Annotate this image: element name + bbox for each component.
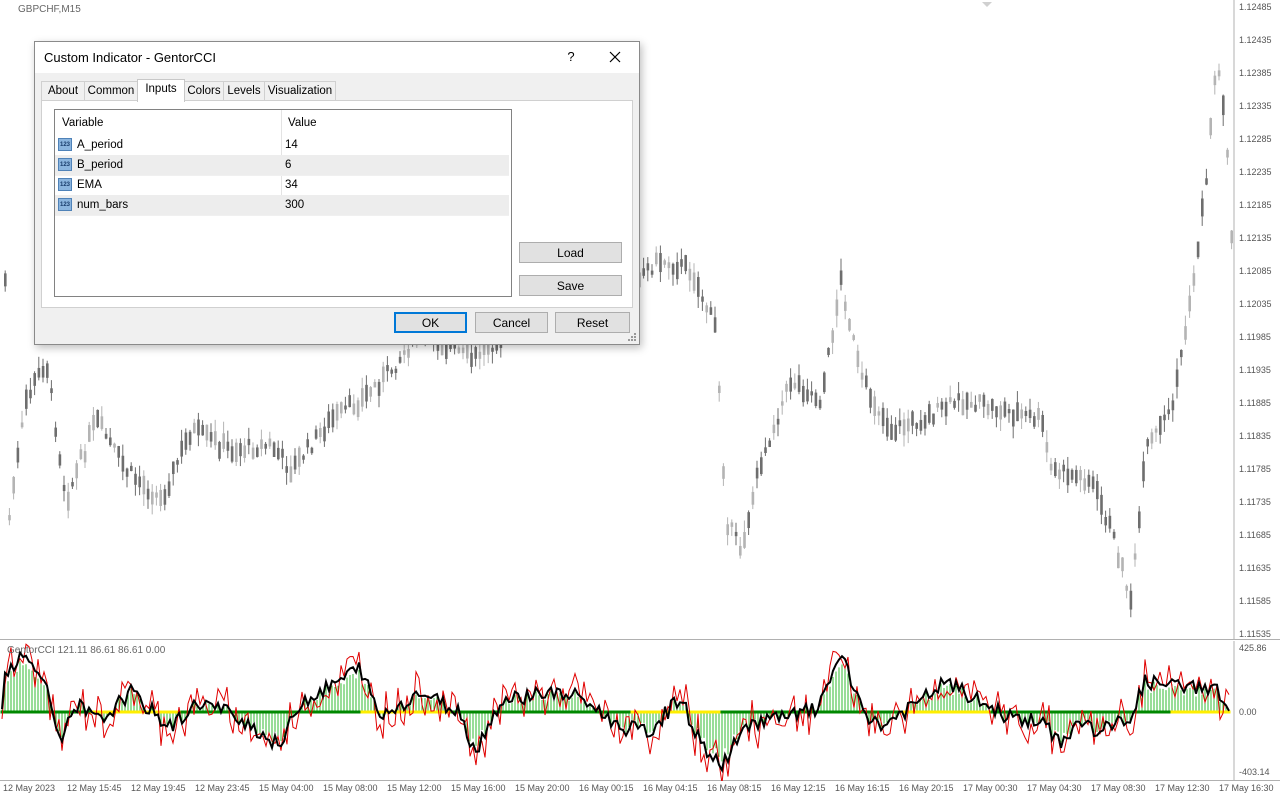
indicator-tick-zero: 0.00 bbox=[1239, 707, 1257, 717]
variable-name: EMA bbox=[77, 179, 102, 191]
indicator-label: GentorCCI 121.11 86.61 86.61 0.00 bbox=[7, 645, 166, 656]
time-tick: 16 May 04:15 bbox=[643, 783, 698, 793]
tab-inputs[interactable]: Inputs bbox=[137, 79, 185, 102]
price-tick: 1.12035 bbox=[1239, 299, 1272, 309]
cancel-button[interactable]: Cancel bbox=[475, 312, 548, 333]
load-button[interactable]: Load bbox=[519, 242, 622, 263]
time-tick: 15 May 16:00 bbox=[451, 783, 506, 793]
tab-colors[interactable]: Colors bbox=[184, 81, 224, 101]
variable-value[interactable]: 300 bbox=[285, 195, 304, 215]
time-tick: 16 May 00:15 bbox=[579, 783, 634, 793]
column-header-variable[interactable]: Variable bbox=[62, 110, 103, 134]
price-tick: 1.11835 bbox=[1239, 431, 1271, 441]
time-tick: 15 May 08:00 bbox=[323, 783, 378, 793]
integer-type-icon: 123 bbox=[58, 138, 72, 151]
price-tick: 1.11535 bbox=[1239, 629, 1271, 639]
price-tick: 1.12485 bbox=[1239, 2, 1272, 12]
variable-value[interactable]: 14 bbox=[285, 135, 298, 155]
price-tick: 1.11885 bbox=[1239, 398, 1271, 408]
time-tick: 12 May 23:45 bbox=[195, 783, 250, 793]
price-tick: 1.12285 bbox=[1239, 134, 1272, 144]
variable-value[interactable]: 6 bbox=[285, 155, 291, 175]
price-tick: 1.12185 bbox=[1239, 200, 1272, 210]
integer-type-icon: 123 bbox=[58, 198, 72, 211]
close-button[interactable] bbox=[601, 44, 629, 70]
variable-name: num_bars bbox=[77, 199, 129, 211]
indicator-tick-min: -403.14 bbox=[1239, 767, 1270, 777]
time-tick: 17 May 00:30 bbox=[963, 783, 1018, 793]
price-tick: 1.11735 bbox=[1239, 497, 1271, 507]
tab-about[interactable]: About bbox=[41, 81, 85, 101]
column-header-value[interactable]: Value bbox=[288, 110, 317, 134]
time-tick: 16 May 20:15 bbox=[899, 783, 954, 793]
time-tick: 17 May 12:30 bbox=[1155, 783, 1210, 793]
time-tick: 17 May 08:30 bbox=[1091, 783, 1146, 793]
price-tick: 1.12085 bbox=[1239, 266, 1272, 276]
inputs-panel: Variable Value 123 A_period 14 123 B_per… bbox=[41, 100, 633, 308]
input-row-ema[interactable]: 123 EMA 34 bbox=[55, 175, 509, 196]
tab-common[interactable]: Common bbox=[84, 81, 138, 101]
price-tick: 1.11785 bbox=[1239, 464, 1271, 474]
price-tick: 1.11635 bbox=[1239, 563, 1271, 573]
tab-levels[interactable]: Levels bbox=[223, 81, 265, 101]
time-tick: 16 May 16:15 bbox=[835, 783, 890, 793]
variable-name: A_period bbox=[77, 139, 124, 151]
input-row-num-bars[interactable]: 123 num_bars 300 bbox=[55, 195, 509, 216]
dialog-title: Custom Indicator - GentorCCI bbox=[44, 50, 216, 65]
price-tick: 1.12135 bbox=[1239, 233, 1272, 243]
time-tick: 17 May 16:30 bbox=[1219, 783, 1274, 793]
ok-button[interactable]: OK bbox=[394, 312, 467, 333]
symbol-label: GBPCHF,M15 bbox=[18, 4, 81, 15]
time-tick: 12 May 15:45 bbox=[67, 783, 122, 793]
indicator-chart[interactable] bbox=[0, 641, 1280, 781]
time-tick: 15 May 12:00 bbox=[387, 783, 442, 793]
price-tick: 1.11985 bbox=[1239, 332, 1271, 342]
time-tick: 16 May 12:15 bbox=[771, 783, 826, 793]
price-tick: 1.12385 bbox=[1239, 68, 1272, 78]
price-tick: 1.11935 bbox=[1239, 365, 1271, 375]
integer-type-icon: 123 bbox=[58, 158, 72, 171]
price-tick: 1.12335 bbox=[1239, 101, 1272, 111]
time-tick: 15 May 04:00 bbox=[259, 783, 314, 793]
time-tick: 16 May 08:15 bbox=[707, 783, 762, 793]
time-tick: 12 May 19:45 bbox=[131, 783, 186, 793]
help-button[interactable]: ? bbox=[562, 46, 580, 68]
price-tick: 1.12235 bbox=[1239, 167, 1272, 177]
price-tick: 1.11685 bbox=[1239, 530, 1271, 540]
custom-indicator-dialog: Custom Indicator - GentorCCI ? About Com… bbox=[34, 41, 640, 345]
time-tick: 17 May 04:30 bbox=[1027, 783, 1082, 793]
indicator-tick-max: 425.86 bbox=[1239, 643, 1267, 653]
time-axis[interactable] bbox=[0, 781, 1280, 800]
time-tick: 12 May 2023 bbox=[3, 783, 56, 793]
price-tick: 1.11585 bbox=[1239, 596, 1271, 606]
tab-visualization[interactable]: Visualization bbox=[264, 81, 336, 101]
reset-button[interactable]: Reset bbox=[555, 312, 630, 333]
price-tick: 1.12435 bbox=[1239, 35, 1272, 45]
input-row-b-period[interactable]: 123 B_period 6 bbox=[55, 155, 509, 176]
integer-type-icon: 123 bbox=[58, 178, 72, 191]
save-button[interactable]: Save bbox=[519, 275, 622, 296]
resize-grip-icon[interactable] bbox=[627, 332, 637, 342]
inputs-grid[interactable]: Variable Value 123 A_period 14 123 B_per… bbox=[54, 109, 512, 297]
variable-value[interactable]: 34 bbox=[285, 175, 298, 195]
close-icon bbox=[609, 51, 621, 63]
variable-name: B_period bbox=[77, 159, 124, 171]
time-tick: 15 May 20:00 bbox=[515, 783, 570, 793]
input-row-a-period[interactable]: 123 A_period 14 bbox=[55, 135, 509, 156]
